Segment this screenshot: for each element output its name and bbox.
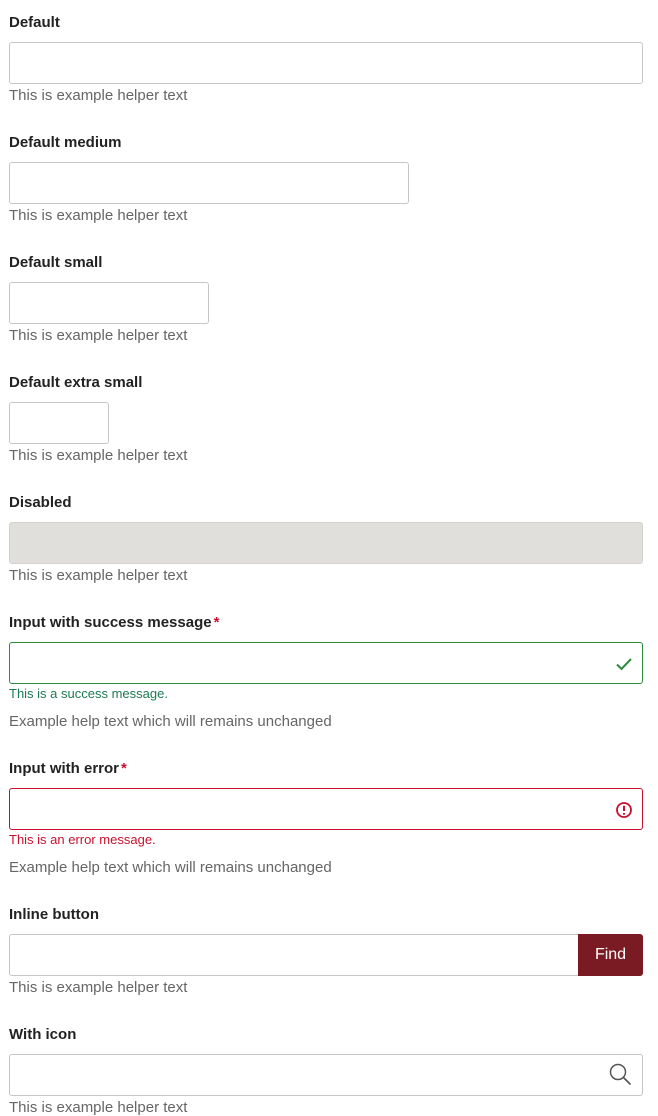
search-input[interactable] [9,1054,643,1096]
default-small-input[interactable] [9,282,209,324]
required-marker: * [121,760,127,777]
find-button[interactable]: Find [578,934,643,976]
field-label-text: Input with error [9,760,119,777]
field-label: Default extra small [9,374,143,391]
helper-text: This is example helper text [9,327,188,344]
helper-text: This is example helper text [9,207,188,224]
helper-text: Example help text which will remains unc… [9,713,332,730]
helper-text: This is example helper text [9,87,188,104]
inline-button-input[interactable] [9,934,589,976]
default-extra-small-input[interactable] [9,402,109,444]
default-medium-input[interactable] [9,162,409,204]
field-label: Disabled [9,494,72,511]
error-circle-icon [616,802,632,818]
search-icon[interactable] [608,1062,632,1086]
disabled-input [9,522,643,564]
field-label: Input with success message * [9,614,219,632]
required-marker: * [213,614,220,631]
helper-text: This is example helper text [9,1099,188,1116]
helper-text: This is example helper text [9,567,188,584]
error-message: This is an error message. [9,832,156,847]
field-label: Default small [9,254,103,271]
field-label: Default medium [9,134,122,151]
field-label: With icon [9,1026,77,1043]
field-label-text: Input with success message [9,614,212,631]
field-label: Inline button [9,906,99,923]
form-examples-page: Default This is example helper text Defa… [0,0,658,1116]
default-input[interactable] [9,42,643,84]
error-input[interactable] [9,788,643,830]
helper-text: This is example helper text [9,447,188,464]
checkmark-icon [616,658,632,671]
field-label: Input with error * [9,760,127,778]
success-message: This is a success message. [9,686,168,701]
helper-text: This is example helper text [9,979,188,996]
helper-text: Example help text which will remains unc… [9,859,332,876]
success-input[interactable] [9,642,643,684]
field-label: Default [9,14,60,31]
